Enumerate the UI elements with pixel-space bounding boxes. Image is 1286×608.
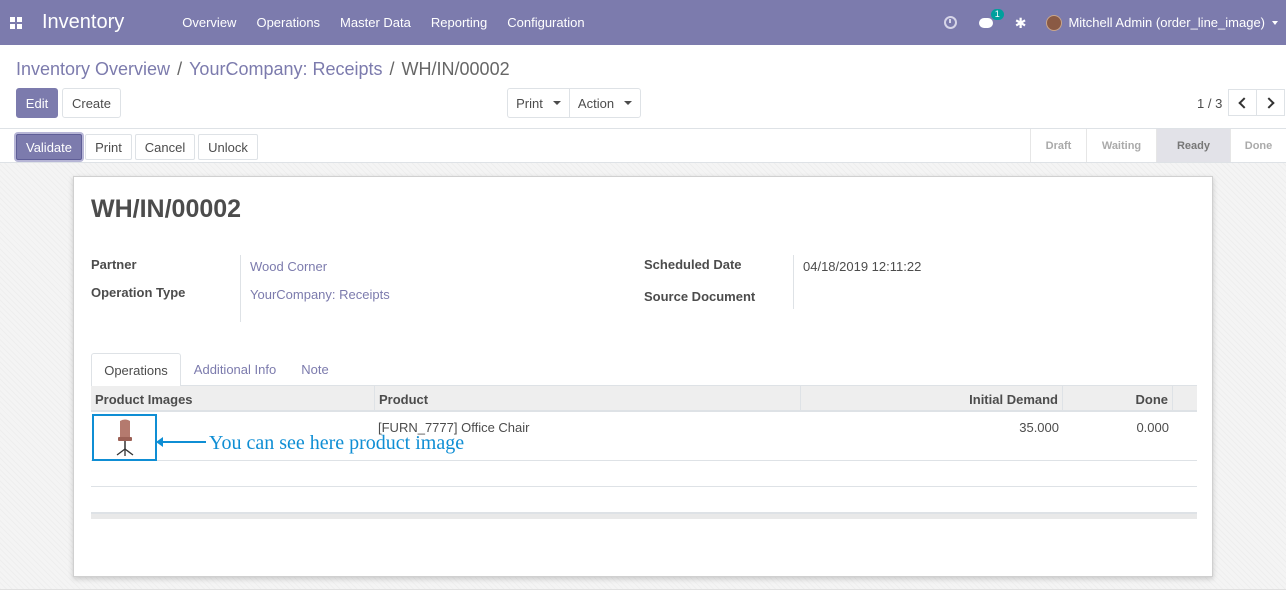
navbar-systray: 1 ✱ Mitchell Admin (order_line_image) (933, 0, 1286, 45)
print-button[interactable]: Print (85, 134, 132, 160)
status-bar: Validate Print Cancel Unlock Draft Waiti… (0, 128, 1286, 163)
chevron-down-icon (1272, 20, 1278, 25)
operation-type-field[interactable]: YourCompany: Receipts (250, 287, 390, 302)
edit-button[interactable]: Edit (16, 88, 58, 118)
annotation-arrow (156, 437, 206, 447)
stage-ready: Ready (1156, 129, 1230, 162)
breadcrumb-receipts[interactable]: YourCompany: Receipts (189, 59, 382, 80)
column-header-product-images[interactable]: Product Images (91, 386, 374, 412)
partner-field[interactable]: Wood Corner (250, 259, 327, 274)
scheduled-date-field[interactable]: 04/18/2019 12:11:22 (803, 259, 921, 274)
user-menu[interactable]: Mitchell Admin (order_line_image) (1046, 14, 1278, 31)
breadcrumb-separator: / (389, 59, 395, 79)
debug-bug-icon[interactable]: ✱ (1015, 16, 1027, 30)
partner-label: Partner (91, 257, 137, 272)
empty-row (91, 487, 1197, 513)
annotation-text: You can see here product image (209, 432, 465, 454)
operations-table: Product Images Product Initial Demand Do… (91, 386, 1197, 519)
breadcrumb-inventory-overview[interactable]: Inventory Overview (16, 59, 170, 80)
chevron-left-icon (1238, 96, 1250, 109)
stage-draft: Draft (1030, 129, 1086, 162)
chevron-right-icon (1263, 96, 1275, 109)
form-sheet: WH/IN/00002 Partner Wood Corner Operatio… (73, 176, 1213, 577)
action-dropdown[interactable]: Action (569, 88, 641, 118)
print-dropdown[interactable]: Print (507, 88, 570, 118)
caret-down-icon (552, 101, 561, 105)
menu-item-operations[interactable]: Operations (246, 15, 330, 30)
tab-operations[interactable]: Operations (91, 353, 181, 387)
operation-type-label: Operation Type (91, 285, 186, 300)
menu-item-reporting[interactable]: Reporting (421, 15, 497, 30)
apps-menu-icon[interactable] (10, 16, 22, 29)
create-button[interactable]: Create (62, 88, 121, 118)
avatar (1046, 14, 1063, 31)
column-header-initial-demand[interactable]: Initial Demand (800, 386, 1062, 412)
office-chair-image (116, 419, 133, 456)
source-document-label: Source Document (644, 289, 756, 304)
stage-done: Done (1230, 129, 1286, 162)
breadcrumb-current: WH/IN/00002 (401, 59, 510, 79)
action-dropdown-label: Action (577, 95, 615, 111)
print-dropdown-label: Print (516, 95, 543, 111)
table-row[interactable]: You can see here product image [FURN_777… (91, 412, 1197, 461)
record-title: WH/IN/00002 (91, 195, 242, 223)
breadcrumb: Inventory Overview / YourCompany: Receip… (16, 59, 510, 80)
done-cell[interactable]: 0.000 (1136, 420, 1169, 435)
top-navbar: Inventory Overview Operations Master Dat… (0, 0, 1286, 45)
user-name: Mitchell Admin (order_line_image) (1068, 15, 1265, 30)
table-footer (91, 513, 1197, 519)
scheduled-date-label: Scheduled Date (644, 257, 742, 272)
stage-waiting: Waiting (1086, 129, 1156, 162)
activity-clock-icon[interactable] (943, 16, 957, 29)
stage-pipeline: Draft Waiting Ready Done (1030, 129, 1286, 162)
messages-count-badge: 1 (990, 8, 1004, 20)
notebook-tabs: Operations Additional Info Note (91, 353, 1197, 387)
pager-next-button[interactable] (1256, 89, 1285, 116)
menu-item-overview[interactable]: Overview (172, 15, 246, 30)
field-divider (793, 255, 794, 309)
menu-item-configuration[interactable]: Configuration (497, 15, 594, 30)
table-header: Product Images Product Initial Demand Do… (91, 386, 1197, 412)
pager-previous-button[interactable] (1228, 89, 1257, 116)
empty-row (91, 461, 1197, 487)
field-divider (240, 255, 241, 322)
product-image (92, 414, 157, 461)
unlock-button[interactable]: Unlock (198, 134, 258, 160)
column-header-product[interactable]: Product (374, 386, 800, 412)
tab-additional-info[interactable]: Additional Info (185, 353, 285, 386)
breadcrumb-separator: / (177, 59, 183, 79)
validate-button[interactable]: Validate (16, 134, 82, 160)
main-menu: Overview Operations Master Data Reportin… (172, 15, 594, 30)
cancel-button[interactable]: Cancel (135, 134, 195, 160)
pager-value[interactable]: 1 / 3 (1197, 96, 1222, 111)
initial-demand-cell[interactable]: 35.000 (1019, 420, 1059, 435)
caret-down-icon (624, 101, 633, 105)
tab-note[interactable]: Note (291, 353, 339, 386)
messaging-icon[interactable]: 1 (978, 8, 1004, 28)
product-cell[interactable]: [FURN_7777] Office Chair (378, 420, 530, 435)
column-header-spacer (1172, 386, 1197, 412)
menu-item-master-data[interactable]: Master Data (330, 15, 421, 30)
app-title[interactable]: Inventory (42, 11, 124, 34)
column-header-done[interactable]: Done (1062, 386, 1172, 412)
